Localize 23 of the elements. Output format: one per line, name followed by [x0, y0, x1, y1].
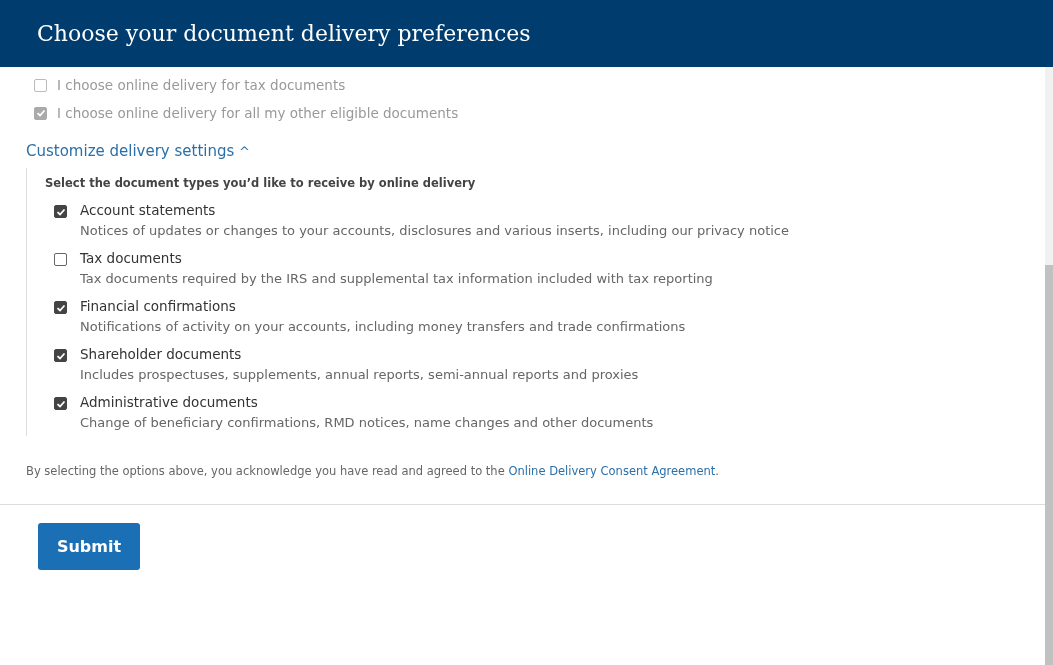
option-label: Administrative documents: [80, 394, 259, 410]
consent-text: By selecting the options above, you acknowledge you have read and agreed to the Online Delivery Consent Agreement.: [26, 464, 720, 478]
checkbox[interactable]: [54, 349, 67, 362]
option-description: Notifications of activity on your accounts, including money transfers and trade confirmations: [80, 319, 686, 334]
option-label: Shareholder documents: [80, 346, 243, 362]
checkbox[interactable]: [54, 253, 67, 266]
option-label: Tax documents: [80, 250, 183, 266]
option-description: Change of beneficiary confirmations, RMD notices, name changes and other documents: [80, 415, 654, 430]
scrollbar[interactable]: [1045, 67, 1053, 665]
customize-toggle-link[interactable]: Customize delivery settings ^: [26, 142, 250, 160]
checkbox[interactable]: [54, 205, 67, 218]
submit-button[interactable]: Submit: [38, 523, 140, 570]
option-description: Notices of updates or changes to your accounts, disclosures and various inserts, including our privacy notice: [80, 223, 789, 238]
option-description: Includes prospectuses, supplements, annual reports, semi-annual reports and proxies: [80, 367, 639, 382]
section-heading: Select the document types you’d like to receive by online delivery: [45, 176, 477, 190]
option-label: I choose online delivery for all my other eligible documents: [57, 105, 459, 121]
checkbox[interactable]: [54, 301, 67, 314]
checkbox[interactable]: [54, 397, 67, 410]
option-label: I choose online delivery for tax documents: [57, 77, 346, 93]
option-description: Tax documents required by the IRS and supplemental tax information included with tax reporting: [80, 271, 713, 286]
option-label: Financial confirmations: [80, 298, 237, 314]
option-label: Account statements: [80, 202, 217, 218]
page-title: Choose your document delivery preferences: [37, 21, 531, 46]
